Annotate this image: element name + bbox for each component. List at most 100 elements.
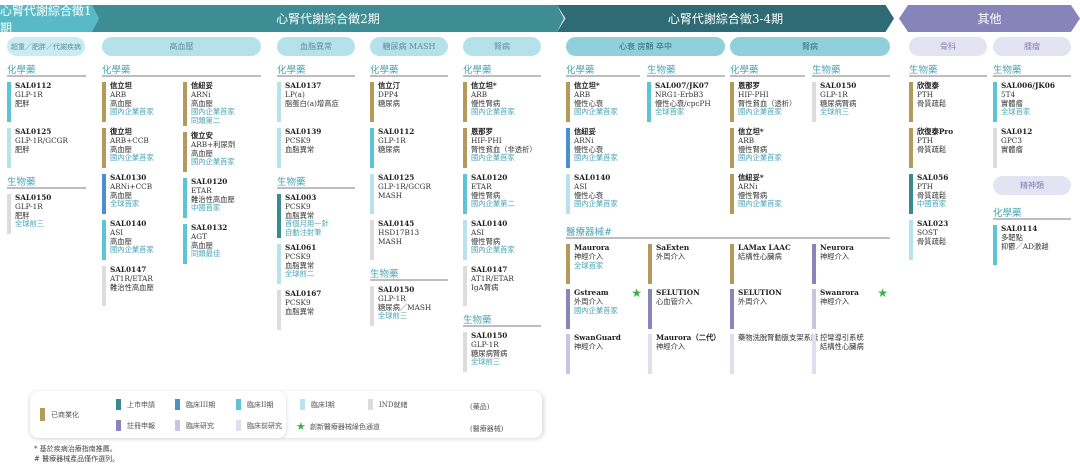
- product-highlight: 自動注射筆: [285, 228, 322, 238]
- pipeline-column: 生物藥 SAL0150 GLP-1R 糖尿病腎病 全球前三: [812, 62, 890, 128]
- product-detail: 糖尿病: [378, 98, 400, 108]
- phase-1-banner: 心腎代謝綜合徵1期: [0, 5, 102, 32]
- phase-bar: [370, 220, 374, 260]
- legend-commercial: 已商業化: [40, 408, 79, 421]
- section-header: 化學藥: [7, 62, 86, 77]
- phase-bar: [463, 332, 467, 372]
- product-highlight: 國內企業首家: [471, 107, 515, 117]
- section-header: 生物藥: [277, 174, 355, 189]
- product-highlight: 國內企業首家: [471, 245, 515, 255]
- legend-label: IND就緒: [379, 400, 408, 409]
- legend-label: 上市申請: [127, 400, 155, 409]
- pipeline-column: 化學藥 信立汀 DPP4 糖尿病 SAL0112 GLP-1R 糖尿病 SAL0125 GLP-…: [370, 62, 448, 332]
- footnote-hash: # 醫療器械產品僅作選列。: [34, 455, 120, 463]
- section-header: 化學藥: [566, 62, 640, 77]
- footnote-asterisk: * 基於疾病治療指南推薦。: [34, 445, 117, 453]
- pipeline-card: SAL0125 GLP-1R/GCGR MASH: [370, 173, 448, 214]
- phase-bar: [370, 174, 374, 214]
- pipeline-card: SAL0139 PCSK9 血脂異常: [277, 127, 355, 168]
- phase-bar: [812, 289, 816, 329]
- product-highlight: 國內企業首家: [471, 153, 515, 163]
- pill-obesity: 超重／肥胖／代謝疾病: [7, 37, 85, 56]
- legend-label: 臨床前研究: [247, 421, 282, 430]
- section-header: 生物藥: [7, 174, 86, 189]
- product-detail: 心血管介入: [656, 296, 693, 306]
- pipeline-card: 欣復泰Pro PTH 骨質疏鬆: [909, 127, 987, 168]
- pipeline-column: 化學藥 信立坦* ARB 慢性腎病 國內企業首家 恩那罗 HIF-PHI 腎性貧血（非透析）國…: [463, 62, 541, 378]
- section-header: 生物藥: [463, 312, 541, 327]
- pipeline-card: SAL006/JK06 5T4 實體瘤 全球首家: [993, 81, 1071, 122]
- other-banner: 其他: [899, 5, 1080, 32]
- legend-clinical: 臨床研究: [175, 420, 214, 431]
- devices-header: 醫療器械#: [566, 224, 890, 239]
- swatch: [236, 420, 241, 431]
- product-detail: 肥胖: [15, 144, 30, 154]
- pipeline-card: SAL0125 GLP-1R/GCGR 肥胖: [7, 127, 86, 168]
- section-header: 化學藥: [370, 62, 448, 77]
- phase-bar: [463, 174, 467, 214]
- phase-bar: [566, 334, 570, 374]
- pipeline-card: SAL0112 GLP-1R 肥胖: [7, 81, 86, 122]
- pipeline-card: SAL061 PCSK9 血脂異常 全球前二: [277, 243, 355, 284]
- product-detail: IgA腎病: [471, 282, 499, 292]
- pipeline-card: LAMax LAAC 結構性心臟病: [730, 243, 808, 284]
- medical-devices-section: 醫療器械# Maurora 神經介入 全球首家 SaExten 外周介入 LAMax LA…: [566, 224, 890, 374]
- pipeline-card: Maurora 神經介入 全球首家: [566, 243, 644, 284]
- legend-label: 已商業化: [51, 410, 79, 419]
- phase-bar: [277, 82, 281, 122]
- product-highlight: 全球首家: [574, 260, 604, 270]
- swatch: [175, 420, 180, 431]
- product-detail: 骨質疏鬆: [917, 98, 947, 108]
- swatch: [368, 399, 373, 410]
- pipeline-card: SAL0140 ASI 慢性腎病 國內企業首家: [463, 219, 541, 260]
- product-highlight: 全球前三: [15, 219, 45, 229]
- phase-bar: [7, 128, 11, 168]
- pill-orthopedics: 骨科: [909, 37, 987, 56]
- product-highlight: 中國首家: [191, 203, 221, 213]
- phase-bar: [566, 289, 570, 329]
- pipeline-card: SELUTION 外周介入: [730, 288, 808, 329]
- product-detail: 血脂異常: [285, 306, 315, 316]
- product-highlight: 國內企業首家: [110, 245, 154, 255]
- product-detail: 難治性高血壓: [110, 282, 154, 292]
- product-detail: MASH: [378, 190, 403, 200]
- phase-bar: [909, 82, 913, 122]
- phase-bar: [463, 266, 467, 306]
- section-header: 生物藥: [909, 62, 987, 77]
- phase-bar: [277, 243, 281, 284]
- product-detail: 結構性心臟病: [820, 341, 864, 351]
- phase-bar: [463, 82, 467, 122]
- pipeline-column: 化學藥 SAL0137 LP(a) 脂蛋白(a)增高症 SAL0139 PCSK9 血脂異常…: [277, 62, 355, 336]
- product-highlight: 全球前三: [820, 107, 850, 117]
- legend-label: 註冊申報: [127, 421, 155, 430]
- phase-bar: [566, 174, 570, 214]
- phase-bar: [277, 128, 281, 168]
- pipeline-card: SAL0137 LP(a) 脂蛋白(a)增高症: [277, 81, 355, 122]
- product-highlight: 國內企業首家: [738, 107, 782, 117]
- product-detail: 脂蛋白(a)增高症: [285, 98, 339, 108]
- section-header: 生物藥: [993, 62, 1071, 77]
- pipeline-card: Gstream 外周介入 國內企業首家 ★: [566, 287, 644, 329]
- product-detail: 血脂異常: [285, 144, 315, 154]
- pipeline-card: SAL0130 ARNi+CCB 高血壓 全球首家: [102, 173, 183, 214]
- phase-bar: [183, 131, 187, 172]
- product-highlight: 國內企業首家: [738, 153, 782, 163]
- legend-phase3: 臨床III期: [175, 399, 215, 410]
- pipeline-card: SAL0150 GLP-1R 糖尿病腎病 全球前三: [812, 81, 890, 122]
- phase-bar: [566, 244, 570, 284]
- pipeline-card: 控彎導引系統 結構性心臟病: [812, 333, 890, 374]
- phase-bar: [647, 82, 651, 122]
- pipeline-card: SAL0147 AT1R/ETAR 難治性高血壓: [102, 265, 183, 306]
- phase-bar: [277, 289, 281, 330]
- product-detail: 神經介入: [820, 251, 850, 261]
- phase-bar: [648, 334, 652, 374]
- pipeline-card: SAL0150 GLP-1R 肥胖 全球前三: [7, 193, 86, 234]
- pipeline-card: SAL056 PTH 骨質疏鬆 中國首家: [909, 173, 987, 214]
- pipeline-card: 信紐妥 ARNi 慢性心衰 國內企業首家: [566, 127, 640, 168]
- pipeline-card: SAL0150 GLP-1R 糖尿病／MASH 全球前三: [370, 285, 448, 326]
- product-detail: 神經介入: [574, 341, 604, 351]
- pipeline-card: SAL012 GPC3 實體瘤: [993, 127, 1071, 168]
- phase-bar: [183, 177, 187, 218]
- product-highlight: 國內企業首家: [574, 107, 618, 117]
- product-detail: MASH: [378, 236, 403, 246]
